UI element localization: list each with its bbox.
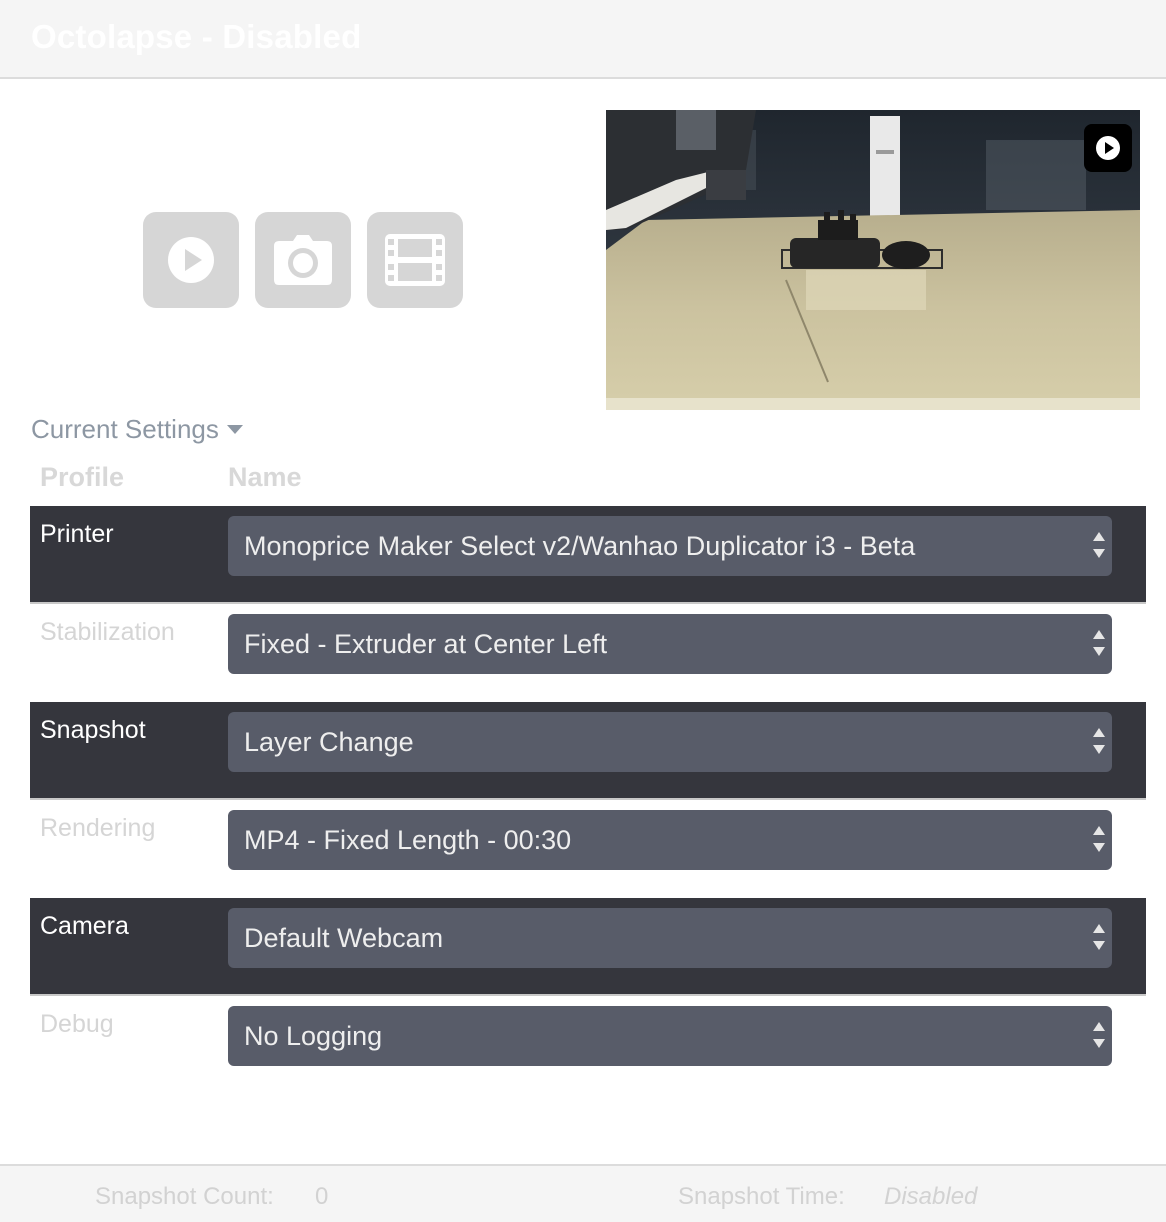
preview-play-button[interactable] (1084, 124, 1132, 172)
stabilization-profile-value: Fixed - Extruder at Center Left (244, 628, 608, 659)
caret-down-icon (226, 425, 243, 434)
select-arrows-icon (1093, 1022, 1105, 1050)
printer-profile-select[interactable]: Monoprice Maker Select v2/Wanhao Duplica… (228, 516, 1112, 576)
row-label-snapshot: Snapshot (40, 716, 146, 744)
panel-title: Octolapse - Disabled (31, 18, 362, 55)
settings-row-snapshot: Snapshot Layer Change (30, 702, 1146, 800)
snapshot-time-value: Disabled (884, 1183, 978, 1210)
select-arrows-icon (1093, 630, 1105, 658)
camera-profile-select[interactable]: Default Webcam (228, 908, 1112, 968)
camera-icon (274, 235, 332, 285)
snapshot-time-label: Snapshot Time: (678, 1183, 845, 1210)
snapshot-count-label: Snapshot Count: (95, 1183, 274, 1210)
rendering-profile-select[interactable]: MP4 - Fixed Length - 00:30 (228, 810, 1112, 870)
play-circle-icon (168, 237, 214, 283)
select-arrows-icon (1093, 826, 1105, 854)
select-arrows-icon (1093, 924, 1105, 952)
current-settings-label: Current Settings (31, 414, 219, 444)
row-label-rendering: Rendering (40, 814, 156, 842)
row-label-camera: Camera (40, 912, 129, 940)
camera-profile-value: Default Webcam (244, 922, 444, 953)
status-footer: Snapshot Count: 0 Snapshot Time: Disable… (0, 1164, 1166, 1222)
debug-profile-value: No Logging (244, 1020, 383, 1051)
start-timelapse-button[interactable] (143, 212, 239, 308)
select-arrows-icon (1093, 728, 1105, 756)
settings-row-stabilization: Stabilization Fixed - Extruder at Center… (30, 604, 1146, 702)
rendering-button[interactable] (367, 212, 463, 308)
webcam-preview (606, 110, 1140, 410)
panel-header: Octolapse - Disabled (0, 0, 1166, 79)
select-arrows-icon (1093, 532, 1105, 560)
snapshot-button[interactable] (255, 212, 351, 308)
settings-row-rendering: Rendering MP4 - Fixed Length - 00:30 (30, 800, 1146, 898)
row-label-debug: Debug (40, 1010, 114, 1038)
printer-bed-image (606, 110, 1140, 410)
rendering-profile-value: MP4 - Fixed Length - 00:30 (244, 824, 572, 855)
debug-profile-select[interactable]: No Logging (228, 1006, 1112, 1066)
current-settings-toggle[interactable]: Current Settings (31, 414, 243, 445)
stabilization-profile-select[interactable]: Fixed - Extruder at Center Left (228, 614, 1112, 674)
snapshot-count-value: 0 (315, 1183, 329, 1210)
settings-row-printer: Printer Monoprice Maker Select v2/Wanhao… (30, 506, 1146, 604)
settings-row-camera: Camera Default Webcam (30, 898, 1146, 996)
row-label-printer: Printer (40, 520, 114, 548)
snapshot-profile-value: Layer Change (244, 726, 414, 757)
play-circle-icon (1096, 136, 1120, 160)
column-header-name: Name (228, 462, 302, 492)
film-icon (385, 234, 445, 286)
printer-profile-value: Monoprice Maker Select v2/Wanhao Duplica… (244, 530, 916, 561)
row-label-stabilization: Stabilization (40, 618, 175, 646)
snapshot-profile-select[interactable]: Layer Change (228, 712, 1112, 772)
settings-row-debug: Debug No Logging (30, 996, 1146, 1094)
column-header-profile: Profile (40, 462, 125, 492)
